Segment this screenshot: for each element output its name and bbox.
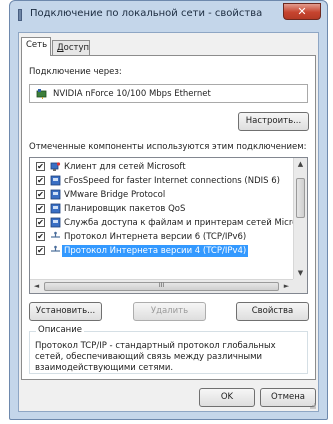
list-item[interactable]: ✔ Протокол Интернета версии 6 (TCP/IPv6) <box>30 231 293 244</box>
list-item[interactable]: ✔ Клиент для сетей Microsoft <box>30 161 293 174</box>
configure-button[interactable]: Настроить... <box>238 112 309 131</box>
horizontal-scrollbar[interactable]: ◄ III ► <box>30 279 293 293</box>
adapter-field: NVIDIA nForce 10/100 Mbps Ethernet <box>29 84 308 103</box>
description-group: Описание Протокол TCP/IP - стандартный п… <box>29 325 308 374</box>
component-label: Протокол Интернета версии 6 (TCP/IPv6) <box>64 232 247 242</box>
scroll-right-arrow-icon[interactable]: ► <box>280 280 293 293</box>
list-item[interactable]: ✔ VMware Bridge Protocol <box>30 189 293 202</box>
list-item[interactable]: ✔ cFosSpeed for faster Internet connecti… <box>30 175 293 188</box>
tab-access-mnemonic: Д <box>57 43 64 53</box>
window-title: Подключение по локальной сети - свойства <box>30 8 263 19</box>
component-label: Планировщик пакетов QoS <box>64 204 186 214</box>
remove-button[interactable]: Удалить <box>133 302 206 321</box>
close-button[interactable]: ✕ <box>283 3 321 20</box>
component-checkbox[interactable]: ✔ <box>36 232 45 241</box>
component-label: Служба доступа к файлам и принтерам сете… <box>64 218 298 228</box>
list-item[interactable]: ✔ Планировщик пакетов QoS <box>30 203 293 216</box>
component-checkbox[interactable]: ✔ <box>36 190 45 199</box>
description-title: Описание <box>36 325 84 335</box>
tab-access-label: оступ <box>63 43 90 53</box>
network-service-icon <box>50 217 61 228</box>
vertical-scroll-thumb[interactable] <box>296 178 305 218</box>
ok-button[interactable]: OK <box>199 388 255 407</box>
component-checkbox[interactable]: ✔ <box>36 176 45 185</box>
components-label: Отмеченные компоненты используются этим … <box>29 142 307 152</box>
network-service-icon <box>50 175 61 186</box>
network-client-icon <box>50 162 61 171</box>
tab-network[interactable]: Сеть <box>21 37 51 56</box>
scroll-up-arrow-icon[interactable]: ▲ <box>294 158 307 171</box>
component-label: Клиент для сетей Microsoft <box>64 162 186 172</box>
scrollbar-corner <box>293 279 307 293</box>
component-label: Протокол Интернета версии 4 (TCP/IPv4) <box>62 245 249 257</box>
network-adapter-icon <box>36 89 47 99</box>
network-connection-icon <box>18 9 22 21</box>
description-text: Протокол TCP/IP - стандартный протокол г… <box>35 341 276 373</box>
list-item[interactable]: ✔ Служба доступа к файлам и принтерам се… <box>30 217 297 230</box>
component-label: VMware Bridge Protocol <box>64 190 166 200</box>
tab-page-network: Подключение через: NVIDIA nForce 10/100 … <box>21 55 316 380</box>
network-service-icon <box>50 203 61 214</box>
component-checkbox[interactable]: ✔ <box>36 204 45 213</box>
component-checkbox[interactable]: ✔ <box>36 246 45 255</box>
connect-via-label: Подключение через: <box>29 67 122 77</box>
list-item-selected[interactable]: ✔ Протокол Интернета версии 4 (TCP/IPv4) <box>30 245 293 258</box>
component-label: cFosSpeed for faster Internet connection… <box>64 176 280 186</box>
adapter-name: NVIDIA nForce 10/100 Mbps Ethernet <box>53 89 211 99</box>
protocol-icon <box>51 231 60 238</box>
horizontal-scroll-thumb[interactable]: III <box>44 282 279 291</box>
tab-access[interactable]: Доступ <box>52 40 90 55</box>
dialog-client: Сеть Доступ Подключение через: NVIDIA nF… <box>18 32 319 412</box>
properties-button[interactable]: Свойства <box>236 302 309 321</box>
install-button[interactable]: Установить... <box>29 302 102 321</box>
scroll-left-arrow-icon[interactable]: ◄ <box>30 280 43 293</box>
components-list[interactable]: ✔ Клиент для сетей Microsoft ✔ cFosSpeed… <box>29 157 308 294</box>
component-checkbox[interactable]: ✔ <box>36 162 45 171</box>
properties-window: Подключение по локальной сети - свойства… <box>9 0 328 420</box>
protocol-icon <box>51 245 60 252</box>
resize-grip-icon[interactable] <box>308 401 316 409</box>
title-bar[interactable]: Подключение по локальной сети - свойства… <box>10 1 327 27</box>
vertical-scrollbar[interactable]: ▲ ▼ <box>293 158 307 280</box>
component-checkbox[interactable]: ✔ <box>36 218 45 227</box>
network-service-icon <box>50 189 61 200</box>
